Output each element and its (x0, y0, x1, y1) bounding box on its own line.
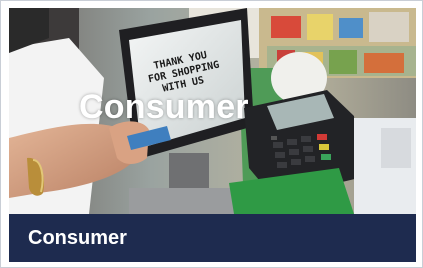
category-label[interactable]: Consumer (28, 227, 127, 250)
card-footer[interactable]: Consumer (9, 214, 416, 262)
category-card[interactable]: THANK YOU FOR SHOPPING WITH US Consumer … (0, 0, 423, 268)
overlay-title: Consumer (79, 88, 249, 126)
category-photo[interactable]: THANK YOU FOR SHOPPING WITH US Consumer (9, 8, 416, 214)
